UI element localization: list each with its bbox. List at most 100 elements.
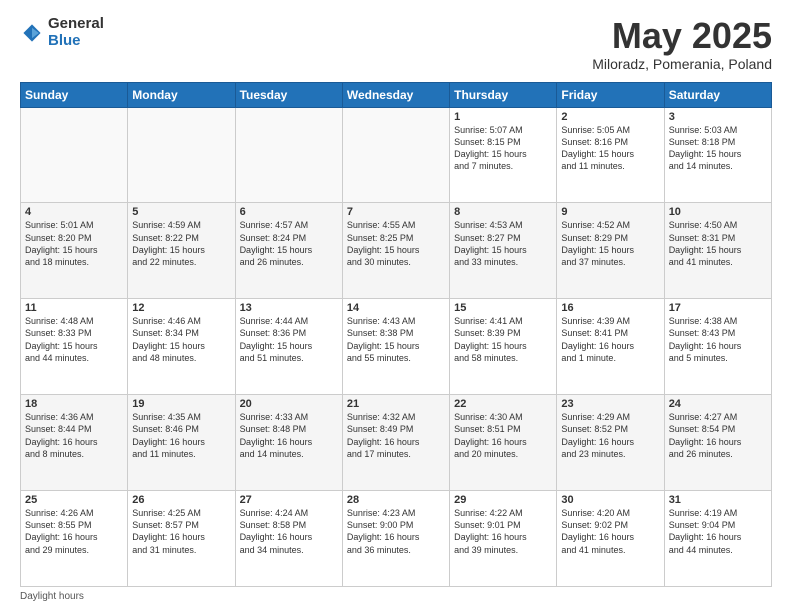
week-row-5: 25Sunrise: 4:26 AM Sunset: 8:55 PM Dayli…: [21, 491, 772, 587]
day-cell: 2Sunrise: 5:05 AM Sunset: 8:16 PM Daylig…: [557, 107, 664, 203]
subtitle: Miloradz, Pomerania, Poland: [592, 56, 772, 72]
day-cell: 20Sunrise: 4:33 AM Sunset: 8:48 PM Dayli…: [235, 395, 342, 491]
day-cell: 23Sunrise: 4:29 AM Sunset: 8:52 PM Dayli…: [557, 395, 664, 491]
day-info: Sunrise: 4:23 AM Sunset: 9:00 PM Dayligh…: [347, 507, 445, 556]
day-number: 31: [669, 494, 767, 506]
logo: General Blue: [20, 16, 104, 49]
day-info: Sunrise: 4:20 AM Sunset: 9:02 PM Dayligh…: [561, 507, 659, 556]
day-info: Sunrise: 4:48 AM Sunset: 8:33 PM Dayligh…: [25, 315, 123, 364]
day-number: 2: [561, 111, 659, 123]
day-info: Sunrise: 4:41 AM Sunset: 8:39 PM Dayligh…: [454, 315, 552, 364]
day-number: 29: [454, 494, 552, 506]
day-number: 28: [347, 494, 445, 506]
day-info: Sunrise: 4:19 AM Sunset: 9:04 PM Dayligh…: [669, 507, 767, 556]
day-info: Sunrise: 4:29 AM Sunset: 8:52 PM Dayligh…: [561, 411, 659, 460]
day-cell: 5Sunrise: 4:59 AM Sunset: 8:22 PM Daylig…: [128, 203, 235, 299]
day-info: Sunrise: 4:30 AM Sunset: 8:51 PM Dayligh…: [454, 411, 552, 460]
day-cell: 19Sunrise: 4:35 AM Sunset: 8:46 PM Dayli…: [128, 395, 235, 491]
day-info: Sunrise: 4:36 AM Sunset: 8:44 PM Dayligh…: [25, 411, 123, 460]
day-info: Sunrise: 4:53 AM Sunset: 8:27 PM Dayligh…: [454, 219, 552, 268]
day-info: Sunrise: 4:22 AM Sunset: 9:01 PM Dayligh…: [454, 507, 552, 556]
day-number: 4: [25, 206, 123, 218]
day-info: Sunrise: 4:52 AM Sunset: 8:29 PM Dayligh…: [561, 219, 659, 268]
day-number: 22: [454, 398, 552, 410]
main-title: May 2025: [592, 16, 772, 56]
day-cell: 16Sunrise: 4:39 AM Sunset: 8:41 PM Dayli…: [557, 299, 664, 395]
day-info: Sunrise: 4:24 AM Sunset: 8:58 PM Dayligh…: [240, 507, 338, 556]
day-cell: 18Sunrise: 4:36 AM Sunset: 8:44 PM Dayli…: [21, 395, 128, 491]
day-info: Sunrise: 4:43 AM Sunset: 8:38 PM Dayligh…: [347, 315, 445, 364]
day-number: 15: [454, 302, 552, 314]
day-cell: 26Sunrise: 4:25 AM Sunset: 8:57 PM Dayli…: [128, 491, 235, 587]
day-cell: 17Sunrise: 4:38 AM Sunset: 8:43 PM Dayli…: [664, 299, 771, 395]
day-cell: 3Sunrise: 5:03 AM Sunset: 8:18 PM Daylig…: [664, 107, 771, 203]
day-number: 9: [561, 206, 659, 218]
day-cell: 30Sunrise: 4:20 AM Sunset: 9:02 PM Dayli…: [557, 491, 664, 587]
footer-note: Daylight hours: [20, 591, 772, 602]
day-number: 10: [669, 206, 767, 218]
day-info: Sunrise: 5:07 AM Sunset: 8:15 PM Dayligh…: [454, 124, 552, 173]
day-info: Sunrise: 4:50 AM Sunset: 8:31 PM Dayligh…: [669, 219, 767, 268]
day-cell: 31Sunrise: 4:19 AM Sunset: 9:04 PM Dayli…: [664, 491, 771, 587]
day-cell: 9Sunrise: 4:52 AM Sunset: 8:29 PM Daylig…: [557, 203, 664, 299]
col-sunday: Sunday: [21, 82, 128, 107]
day-cell: 8Sunrise: 4:53 AM Sunset: 8:27 PM Daylig…: [450, 203, 557, 299]
day-number: 11: [25, 302, 123, 314]
day-cell: 11Sunrise: 4:48 AM Sunset: 8:33 PM Dayli…: [21, 299, 128, 395]
day-info: Sunrise: 4:55 AM Sunset: 8:25 PM Dayligh…: [347, 219, 445, 268]
day-cell: 4Sunrise: 5:01 AM Sunset: 8:20 PM Daylig…: [21, 203, 128, 299]
day-number: 20: [240, 398, 338, 410]
col-friday: Friday: [557, 82, 664, 107]
day-number: 6: [240, 206, 338, 218]
logo-general-label: General: [48, 16, 104, 33]
day-cell: 7Sunrise: 4:55 AM Sunset: 8:25 PM Daylig…: [342, 203, 449, 299]
day-info: Sunrise: 4:33 AM Sunset: 8:48 PM Dayligh…: [240, 411, 338, 460]
week-row-2: 4Sunrise: 5:01 AM Sunset: 8:20 PM Daylig…: [21, 203, 772, 299]
col-thursday: Thursday: [450, 82, 557, 107]
page: General Blue May 2025 Miloradz, Pomerani…: [0, 0, 792, 612]
day-cell: [235, 107, 342, 203]
week-row-1: 1Sunrise: 5:07 AM Sunset: 8:15 PM Daylig…: [21, 107, 772, 203]
day-number: 19: [132, 398, 230, 410]
day-cell: [342, 107, 449, 203]
day-number: 14: [347, 302, 445, 314]
day-info: Sunrise: 4:32 AM Sunset: 8:49 PM Dayligh…: [347, 411, 445, 460]
day-number: 13: [240, 302, 338, 314]
day-cell: 6Sunrise: 4:57 AM Sunset: 8:24 PM Daylig…: [235, 203, 342, 299]
day-cell: 14Sunrise: 4:43 AM Sunset: 8:38 PM Dayli…: [342, 299, 449, 395]
day-info: Sunrise: 5:03 AM Sunset: 8:18 PM Dayligh…: [669, 124, 767, 173]
day-info: Sunrise: 4:35 AM Sunset: 8:46 PM Dayligh…: [132, 411, 230, 460]
day-cell: 28Sunrise: 4:23 AM Sunset: 9:00 PM Dayli…: [342, 491, 449, 587]
day-info: Sunrise: 4:44 AM Sunset: 8:36 PM Dayligh…: [240, 315, 338, 364]
day-number: 17: [669, 302, 767, 314]
day-cell: 25Sunrise: 4:26 AM Sunset: 8:55 PM Dayli…: [21, 491, 128, 587]
day-number: 30: [561, 494, 659, 506]
day-number: 16: [561, 302, 659, 314]
day-number: 25: [25, 494, 123, 506]
day-cell: 12Sunrise: 4:46 AM Sunset: 8:34 PM Dayli…: [128, 299, 235, 395]
day-number: 8: [454, 206, 552, 218]
day-number: 18: [25, 398, 123, 410]
calendar-table: Sunday Monday Tuesday Wednesday Thursday…: [20, 82, 772, 587]
header: General Blue May 2025 Miloradz, Pomerani…: [20, 16, 772, 72]
day-cell: 21Sunrise: 4:32 AM Sunset: 8:49 PM Dayli…: [342, 395, 449, 491]
day-info: Sunrise: 4:57 AM Sunset: 8:24 PM Dayligh…: [240, 219, 338, 268]
day-number: 24: [669, 398, 767, 410]
col-tuesday: Tuesday: [235, 82, 342, 107]
day-number: 26: [132, 494, 230, 506]
title-block: May 2025 Miloradz, Pomerania, Poland: [592, 16, 772, 72]
logo-blue-label: Blue: [48, 33, 104, 50]
day-cell: [128, 107, 235, 203]
day-number: 23: [561, 398, 659, 410]
day-number: 27: [240, 494, 338, 506]
day-cell: 10Sunrise: 4:50 AM Sunset: 8:31 PM Dayli…: [664, 203, 771, 299]
logo-icon: [20, 21, 44, 45]
day-cell: 13Sunrise: 4:44 AM Sunset: 8:36 PM Dayli…: [235, 299, 342, 395]
col-monday: Monday: [128, 82, 235, 107]
col-wednesday: Wednesday: [342, 82, 449, 107]
day-info: Sunrise: 4:39 AM Sunset: 8:41 PM Dayligh…: [561, 315, 659, 364]
day-info: Sunrise: 4:27 AM Sunset: 8:54 PM Dayligh…: [669, 411, 767, 460]
day-cell: 29Sunrise: 4:22 AM Sunset: 9:01 PM Dayli…: [450, 491, 557, 587]
day-info: Sunrise: 4:38 AM Sunset: 8:43 PM Dayligh…: [669, 315, 767, 364]
day-info: Sunrise: 4:25 AM Sunset: 8:57 PM Dayligh…: [132, 507, 230, 556]
